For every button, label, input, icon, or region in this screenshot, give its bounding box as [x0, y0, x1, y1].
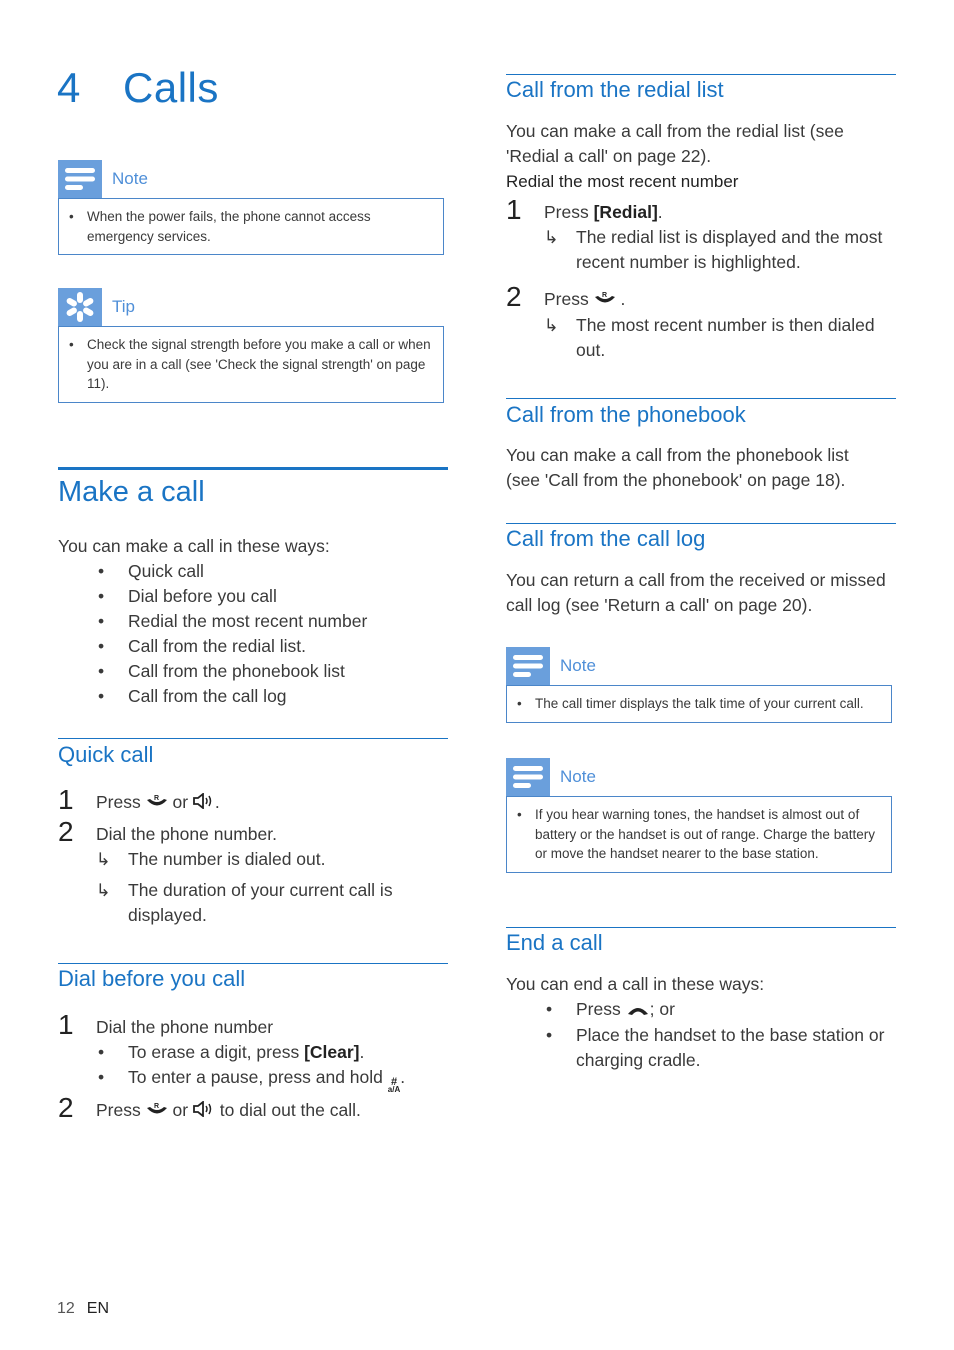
section-rule	[506, 74, 896, 75]
chapter-name: Calls	[123, 64, 219, 111]
dial-before-steps: 1 Dial the phone number • To erase a digi…	[58, 1009, 448, 1124]
section-title-dial-before: Dial before you call	[58, 966, 246, 991]
list-item: • Quick call	[98, 561, 204, 581]
section-title-phonebook: Call from the phonebook	[506, 402, 746, 427]
call-log-text: You can return a call from the received …	[506, 570, 886, 615]
list-item: • Call from the redial list.	[98, 636, 306, 656]
end-call-body: You can end a call in these ways: • Press…	[506, 972, 898, 1073]
speaker-icon	[193, 791, 215, 816]
note-icon	[506, 647, 550, 685]
make-a-call-body: You can make a call in these ways: • Quic…	[58, 534, 448, 709]
result-arrow-icon: ↳	[544, 227, 559, 247]
note-box-call-timer: Note • The call timer displays the talk …	[506, 647, 892, 723]
speaker-icon	[193, 1099, 215, 1124]
end-call-intro: You can end a call in these ways:	[506, 974, 765, 994]
step-2: 2 Dial the phone number.	[58, 815, 277, 847]
result-arrow-icon: ↳	[96, 848, 111, 869]
step-result: ↳ The redial list is displayed and the mo…	[544, 227, 883, 272]
section-rule	[58, 467, 448, 470]
list-item: • Place the handset to the base station o…	[546, 1024, 885, 1070]
note-label: Note	[112, 169, 148, 188]
hash-key-icon: # a/A	[387, 1076, 401, 1094]
quick-call-steps: 1 Press R or . 2 Dial the phone number. …	[58, 784, 448, 928]
note-item: If you hear warning tones, the handset i…	[535, 807, 875, 861]
redial-key: [Redial]	[593, 202, 658, 222]
phonebook-text: You can make a call from the phonebook l…	[506, 445, 849, 490]
language-code: EN	[86, 1300, 110, 1317]
section-rule	[506, 523, 896, 524]
result-arrow-icon: ↳	[96, 879, 111, 900]
list-item: • Call from the phonebook list	[98, 661, 345, 681]
note-icon	[506, 758, 550, 796]
note-body: • The call timer displays the talk time …	[506, 685, 892, 723]
make-a-call-intro: You can make a call in these ways:	[58, 536, 330, 556]
redial-body: You can make a call from the redial list…	[506, 119, 896, 363]
step-1: 1 Dial the phone number	[58, 1009, 274, 1040]
section-rule	[58, 963, 448, 964]
list-item: • Dial before you call	[98, 586, 277, 606]
step-2: 2 Press R .	[506, 281, 626, 313]
section-title-call-log: Call from the call log	[506, 526, 706, 551]
note-icon	[58, 160, 102, 198]
section-rule	[58, 738, 448, 739]
result-arrow-icon: ↳	[544, 314, 559, 335]
note-label: Note	[560, 767, 596, 786]
tip-icon	[58, 288, 102, 326]
talk-icon: R	[146, 1099, 168, 1124]
redial-subheading: Redial the most recent number	[506, 172, 739, 191]
section-title-end-call: End a call	[506, 930, 603, 955]
step-result: ↳ The most recent number is then dialed o…	[544, 314, 875, 360]
step-result: ↳ The duration of your current call is di…	[96, 879, 393, 925]
tip-body: • Check the signal strength before you m…	[58, 326, 444, 403]
step-1: 1 Press [Redial].	[506, 194, 663, 225]
step-result: ↳ The number is dialed out.	[58, 847, 448, 872]
chapter-title: 4 Calls	[57, 64, 219, 112]
talk-icon: R	[594, 288, 616, 313]
tip-item: Check the signal strength before you mak…	[87, 337, 431, 391]
step-2: 2 Press R or to dial out the call.	[58, 1092, 361, 1124]
svg-text:R: R	[154, 795, 159, 802]
note-box-power: Note • When the power fails, the phone c…	[58, 160, 444, 255]
sub-item: • To erase a digit, press [Clear].	[98, 1042, 365, 1062]
chapter-number: 4	[57, 64, 81, 111]
svg-text:R: R	[602, 292, 607, 299]
page-footer: 12 EN	[57, 1300, 109, 1318]
note-label: Note	[560, 656, 596, 675]
end-call-icon	[626, 998, 650, 1023]
list-item: • Press ; or	[506, 997, 898, 1023]
note-box-warning-tones: Note • If you hear warning tones, the ha…	[506, 758, 892, 873]
tip-box-signal: Tip • Check the signal strength before y…	[58, 288, 444, 403]
sub-item: • To enter a pause, press and hold # a/A.	[98, 1067, 406, 1094]
tip-label: Tip	[112, 297, 135, 316]
list-item: • Redial the most recent number	[98, 611, 368, 631]
talk-icon: R	[146, 791, 168, 816]
section-rule	[506, 927, 896, 928]
note-body: • If you hear warning tones, the handset…	[506, 796, 892, 873]
svg-text:R: R	[154, 1103, 159, 1110]
section-title-redial: Call from the redial list	[506, 77, 724, 102]
note-item: The call timer displays the talk time of…	[535, 696, 864, 711]
redial-intro: You can make a call from the redial list…	[506, 121, 844, 166]
clear-key: [Clear]	[304, 1042, 360, 1062]
section-rule	[506, 398, 896, 399]
section-title-quick-call: Quick call	[58, 742, 154, 767]
page-number: 12	[57, 1300, 75, 1317]
note-item: When the power fails, the phone cannot a…	[87, 209, 371, 244]
list-item: • Call from the call log	[98, 686, 287, 706]
step-1: 1 Press R or .	[58, 784, 220, 816]
section-title-make-a-call: Make a call	[58, 476, 205, 508]
note-body: • When the power fails, the phone cannot…	[58, 198, 444, 255]
